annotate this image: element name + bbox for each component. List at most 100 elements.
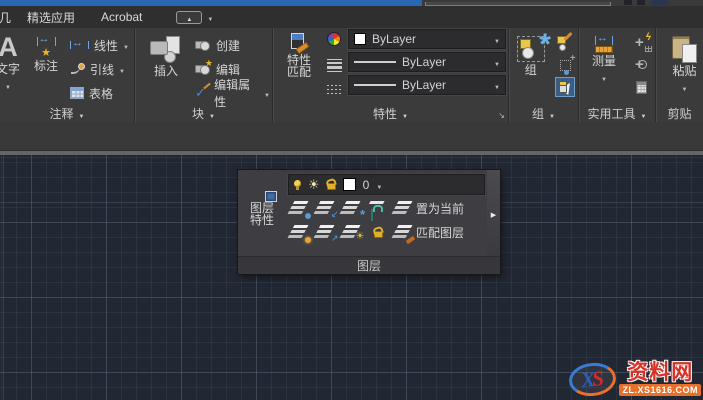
layer-lock-button[interactable] xyxy=(366,198,390,219)
lineweight-dropdown[interactable]: ByLayer xyxy=(348,52,506,72)
color-wheel-icon[interactable] xyxy=(327,32,341,46)
group-selection-toggle[interactable] xyxy=(555,77,575,97)
ribbon-minimize-dropdown-icon[interactable] xyxy=(207,10,213,24)
layer-panel-title[interactable]: 图层 xyxy=(238,256,500,274)
icon-part xyxy=(645,46,652,52)
panel-title-properties[interactable]: 特性 xyxy=(273,105,508,122)
unlock-icon xyxy=(374,231,383,238)
group-edit-button[interactable] xyxy=(555,33,575,53)
layer-thaw-button[interactable]: ☀ xyxy=(340,222,364,243)
linear-dimension-button[interactable]: 线性 xyxy=(68,33,131,57)
icon-part xyxy=(305,237,311,243)
layer-unisolate-icon: ↗ xyxy=(317,225,336,240)
dropdown-arrow-icon xyxy=(264,86,270,100)
panel-title-utilities[interactable]: 实用工具 xyxy=(579,105,655,122)
id-point-button[interactable]: ϟ xyxy=(631,33,651,53)
edit-block-icon: ★ xyxy=(195,62,211,76)
panel-properties: 特性 匹配 ByLayer ByLayer xyxy=(272,28,508,122)
dropdown-arrow-icon xyxy=(5,78,11,92)
layer-properties-button[interactable]: 图层 特性 xyxy=(238,170,286,256)
group-button[interactable]: * 组 xyxy=(512,31,549,79)
linetype-dropdown[interactable]: ByLayer xyxy=(348,75,506,95)
tab-featured-apps[interactable]: 精选应用 xyxy=(17,6,85,28)
current-layer-name: 0 xyxy=(363,178,370,192)
leader-icon xyxy=(70,63,85,76)
help-button[interactable] xyxy=(652,0,668,5)
create-block-button[interactable]: 创建 xyxy=(193,33,272,57)
panel-title-annotation[interactable]: 注释 xyxy=(0,105,134,122)
group-add-remove-icon xyxy=(560,60,571,71)
text-button[interactable]: A 文字 xyxy=(0,31,24,94)
paste-button[interactable]: 粘贴 xyxy=(666,31,703,96)
icon-part xyxy=(595,36,613,45)
table-button[interactable]: 表格 xyxy=(68,81,131,105)
match-properties-icon xyxy=(291,33,308,52)
star-icon: * xyxy=(538,28,550,62)
cursor-icon xyxy=(560,80,574,95)
edit-attributes-button[interactable]: ✓ 编辑属性 xyxy=(193,81,272,105)
insert-block-button[interactable]: 插入 xyxy=(143,31,189,80)
right-arrow-icon xyxy=(491,204,496,222)
panel-title-group[interactable]: 组 xyxy=(509,105,578,122)
linetype-sample xyxy=(354,84,396,86)
ribbon-minimize-button[interactable] xyxy=(176,11,202,24)
drawing-canvas[interactable]: 图层 特性 ☀ 0 xyxy=(0,155,703,400)
leader-button[interactable]: 引线 xyxy=(68,57,131,81)
dialog-launcher-icon[interactable] xyxy=(498,111,505,120)
text-icon: A xyxy=(0,33,18,61)
layer-panel-flyout-button[interactable] xyxy=(487,170,500,256)
layer-on-button[interactable] xyxy=(288,222,312,243)
set-current-button[interactable]: 置为当前 xyxy=(392,200,467,217)
tab-partial[interactable]: 几 xyxy=(0,6,17,28)
panel-title-block[interactable]: 块 xyxy=(135,105,272,122)
table-icon xyxy=(70,87,84,99)
panel-expand-icon xyxy=(549,107,555,121)
calculator-icon xyxy=(636,81,647,94)
point-icon xyxy=(634,58,648,72)
infocenter-searchbox[interactable] xyxy=(425,2,611,6)
layer-isolate-icon xyxy=(291,201,310,216)
watermark-logo: X S xyxy=(568,360,618,398)
lock-icon xyxy=(371,209,373,221)
measure-button[interactable]: 测量 xyxy=(583,31,625,86)
infocenter-button[interactable] xyxy=(637,0,645,5)
layer-unisolate-button[interactable]: ↗ xyxy=(314,222,338,243)
layer-on-icon xyxy=(291,225,310,240)
tab-acrobat[interactable]: Acrobat xyxy=(91,6,152,28)
layer-unlock-icon xyxy=(327,183,336,190)
dropdown-arrow-icon xyxy=(601,70,607,84)
icon-part xyxy=(287,225,308,238)
dropdown-arrow-icon xyxy=(494,78,500,92)
panel-title-clipboard[interactable]: 剪贴 xyxy=(656,105,703,122)
quick-calculator-button[interactable] xyxy=(631,77,651,97)
panel-clipboard: 粘贴 剪贴 xyxy=(655,28,703,122)
icon-part xyxy=(164,51,176,63)
layer-set-current-small-button[interactable]: ↙ xyxy=(314,198,338,219)
ribbon: A 文字 ★ 标注 线性 引线 xyxy=(0,28,703,122)
snowflake-icon: * xyxy=(359,210,364,219)
icon-part: ↙ xyxy=(331,210,339,219)
layer-unlock-button[interactable] xyxy=(366,222,390,243)
infocenter-button[interactable] xyxy=(624,0,632,5)
match-properties-button[interactable]: 特性 匹配 xyxy=(278,29,320,81)
set-current-icon xyxy=(395,201,411,216)
lineweight-icon[interactable] xyxy=(327,59,342,72)
point-style-button[interactable] xyxy=(631,55,651,75)
layer-freeze-button[interactable]: * xyxy=(340,198,364,219)
group-add-remove-button[interactable] xyxy=(555,55,575,75)
object-color-dropdown[interactable]: ByLayer xyxy=(348,29,506,49)
dimension-button[interactable]: ★ 标注 xyxy=(26,31,66,75)
measure-icon xyxy=(595,36,613,53)
linetype-icon[interactable] xyxy=(327,84,342,95)
dropdown-arrow-icon xyxy=(682,80,688,94)
layer-isolate-button[interactable] xyxy=(288,198,312,219)
layer-color-swatch xyxy=(343,178,356,191)
icon-part: ↗ xyxy=(331,234,339,243)
layer-dropdown[interactable]: ☀ 0 xyxy=(288,174,485,195)
dropdown-arrow-icon xyxy=(376,178,382,192)
dropdown-arrow-icon xyxy=(123,38,129,52)
panel-expand-icon xyxy=(79,107,85,121)
match-layer-button[interactable]: 匹配图层 xyxy=(392,224,467,241)
group-icon: * xyxy=(517,36,545,62)
icon-part xyxy=(559,44,566,51)
